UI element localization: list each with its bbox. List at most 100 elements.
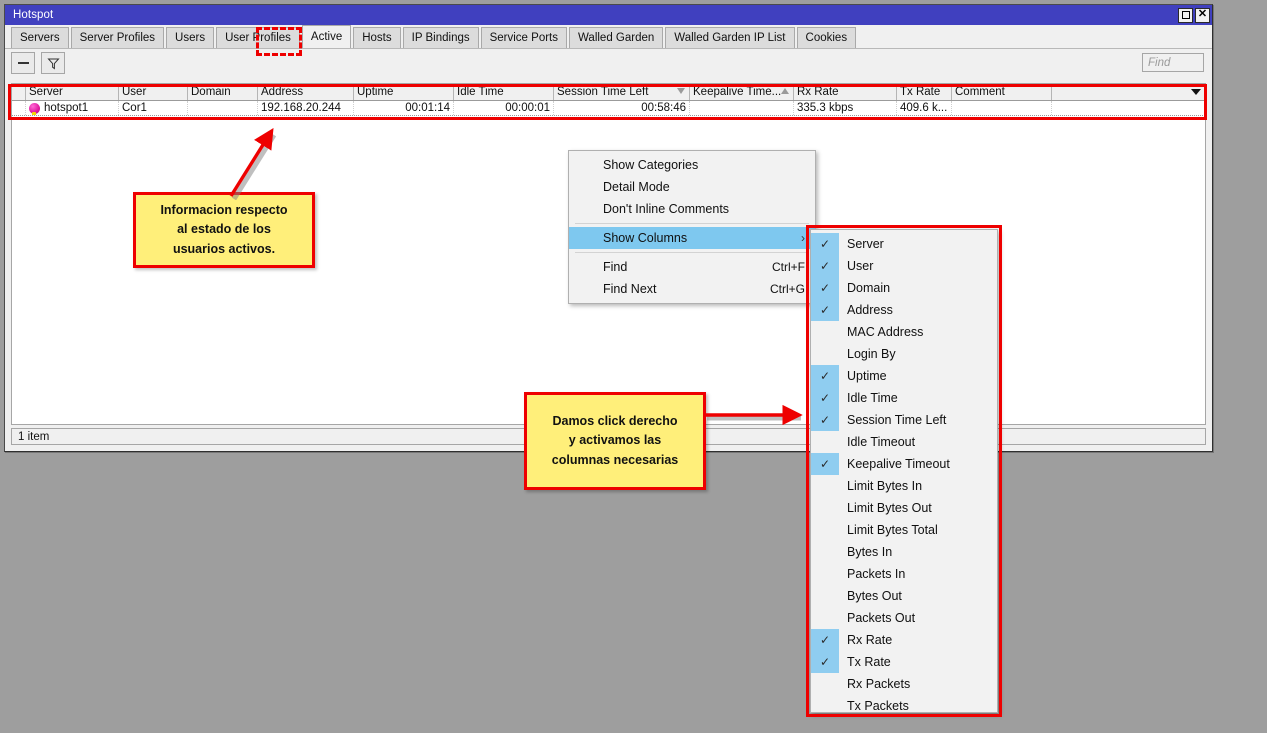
column-toggle-bytes-in[interactable]: Bytes In — [811, 541, 997, 563]
tab-label: Hosts — [362, 32, 392, 44]
column-header-session-time-left[interactable]: Session Time Left — [554, 84, 690, 100]
column-toggle-domain[interactable]: ✓ Domain — [811, 277, 997, 299]
chevron-down-icon — [1191, 89, 1201, 95]
column-toggle-bytes-out[interactable]: Bytes Out — [811, 585, 997, 607]
column-chooser-button[interactable] — [1187, 84, 1205, 100]
maximize-icon — [1181, 11, 1190, 19]
tab-label: Active — [310, 31, 343, 43]
tab-label: Server Profiles — [79, 32, 156, 44]
check-icon-empty — [811, 519, 839, 541]
column-header-comment[interactable]: Comment — [952, 84, 1052, 100]
check-icon: ✓ — [811, 255, 839, 277]
column-toggle-user[interactable]: ✓ User — [811, 255, 997, 277]
window-controls: ✕ — [1178, 7, 1210, 23]
menu-item-detail-mode[interactable]: Detail Mode — [569, 176, 815, 198]
column-toggle-label: Limit Bytes Total — [847, 523, 938, 537]
column-toggle-rx-packets[interactable]: Rx Packets — [811, 673, 997, 695]
column-toggle-session-time-left[interactable]: ✓ Session Time Left — [811, 409, 997, 431]
tab-walled-garden[interactable]: Walled Garden — [569, 27, 664, 48]
find-input[interactable]: Find — [1142, 53, 1204, 72]
tab-walled-garden-ip-list[interactable]: Walled Garden IP List — [665, 27, 795, 48]
column-toggle-idle-timeout[interactable]: Idle Timeout — [811, 431, 997, 453]
cell-session-time-left: 00:58:46 — [554, 101, 690, 115]
cell-server: hotspot1 — [26, 101, 119, 115]
column-toggle-mac-address[interactable]: MAC Address — [811, 321, 997, 343]
column-header-rx-rate[interactable]: Rx Rate — [794, 84, 897, 100]
column-toggle-keepalive-timeout[interactable]: ✓ Keepalive Timeout — [811, 453, 997, 475]
column-toggle-label: Limit Bytes Out — [847, 501, 932, 515]
column-toggle-uptime[interactable]: ✓ Uptime — [811, 365, 997, 387]
table-row[interactable]: hotspot1 Cor1 192.168.20.244 00:01:14 00:00:… — [12, 101, 1205, 116]
annotation-note-table-text: Informacion respecto al estado de los us… — [160, 202, 288, 256]
menu-item-shortcut: Ctrl+F — [772, 260, 805, 274]
tab-server-profiles[interactable]: Server Profiles — [70, 27, 165, 48]
tab-active[interactable]: Active — [301, 25, 352, 48]
menu-item-find[interactable]: Find Ctrl+F — [569, 256, 815, 278]
column-header-label: Comment — [955, 86, 1005, 98]
column-toggle-limit-bytes-out[interactable]: Limit Bytes Out — [811, 497, 997, 519]
close-icon: ✕ — [1197, 8, 1208, 20]
column-toggle-login-by[interactable]: Login By — [811, 343, 997, 365]
column-toggle-limit-bytes-total[interactable]: Limit Bytes Total — [811, 519, 997, 541]
cell-keepalive-timeout — [690, 101, 794, 115]
hotspot-server-icon — [29, 102, 40, 115]
column-toggle-label: Uptime — [847, 369, 887, 383]
column-toggle-address[interactable]: ✓ Address — [811, 299, 997, 321]
menu-item-label: Find — [603, 260, 628, 274]
close-button[interactable]: ✕ — [1195, 7, 1210, 23]
column-toggle-server[interactable]: ✓ Server — [811, 233, 997, 255]
menu-item-find-next[interactable]: Find Next Ctrl+G — [569, 278, 815, 300]
check-icon: ✓ — [811, 233, 839, 255]
column-toggle-label: Domain — [847, 281, 891, 295]
column-header-user[interactable]: User — [119, 84, 188, 100]
menu-item-show-categories[interactable]: Show Categories — [569, 154, 815, 176]
column-toggle-packets-in[interactable]: Packets In — [811, 563, 997, 585]
tab-ip-bindings[interactable]: IP Bindings — [402, 27, 479, 48]
tab-user-profiles[interactable]: User Profiles — [216, 27, 300, 48]
remove-button[interactable] — [11, 52, 35, 74]
cell-text: 335.3 kbps — [797, 102, 854, 114]
maximize-button[interactable] — [1178, 7, 1193, 23]
toolbar: Find — [5, 49, 1212, 77]
column-toggle-tx-rate[interactable]: ✓ Tx Rate — [811, 651, 997, 673]
column-header-server[interactable]: Server — [26, 84, 119, 100]
tab-service-ports[interactable]: Service Ports — [480, 27, 567, 48]
column-toggle-idle-time[interactable]: ✓ Idle Time — [811, 387, 997, 409]
column-header-address[interactable]: Address — [258, 84, 354, 100]
menu-item-show-columns[interactable]: Show Columns › — [569, 227, 815, 249]
column-header-domain[interactable]: Domain — [188, 84, 258, 100]
column-toggle-label: Packets Out — [847, 611, 916, 625]
column-toggle-label: User — [847, 259, 874, 273]
check-icon-empty — [811, 475, 839, 497]
column-header-label: Keepalive Time... — [693, 86, 782, 98]
tab-hosts[interactable]: Hosts — [353, 27, 401, 48]
column-header-keepalive-time[interactable]: Keepalive Time... — [690, 84, 794, 100]
column-toggle-rx-rate[interactable]: ✓ Rx Rate — [811, 629, 997, 651]
column-header-idle-time[interactable]: Idle Time — [454, 84, 554, 100]
tab-label: Walled Garden — [578, 32, 655, 44]
window-titlebar: Hotspot ✕ — [5, 5, 1212, 25]
chevron-right-icon: › — [801, 231, 805, 245]
column-header-tx-rate[interactable]: Tx Rate — [897, 84, 952, 100]
tab-cookies[interactable]: Cookies — [796, 27, 857, 48]
tab-label: Cookies — [805, 32, 848, 44]
column-toggle-limit-bytes-in[interactable]: Limit Bytes In — [811, 475, 997, 497]
column-toggle-label: Session Time Left — [847, 413, 947, 427]
tab-users[interactable]: Users — [166, 27, 215, 48]
column-toggle-tx-packets[interactable]: Tx Packets — [811, 695, 997, 712]
cell-comment — [952, 101, 1052, 115]
menu-separator — [575, 252, 809, 253]
tab-servers[interactable]: Servers — [11, 27, 69, 48]
check-icon-empty — [811, 497, 839, 519]
menu-item-don-t-inline-comments[interactable]: Don't Inline Comments — [569, 198, 815, 220]
column-toggle-packets-out[interactable]: Packets Out — [811, 607, 997, 629]
tab-label: Service Ports — [489, 32, 558, 44]
check-icon: ✓ — [811, 299, 839, 321]
funnel-icon — [46, 58, 60, 69]
menu-item-label: Show Columns — [603, 231, 688, 245]
context-menu: Show Categories Detail Mode Don't Inline C… — [568, 150, 816, 304]
column-header-uptime[interactable]: Uptime — [354, 84, 454, 100]
filter-button[interactable] — [41, 52, 65, 74]
check-icon-empty — [811, 585, 839, 607]
cell-text: Cor1 — [122, 102, 147, 114]
